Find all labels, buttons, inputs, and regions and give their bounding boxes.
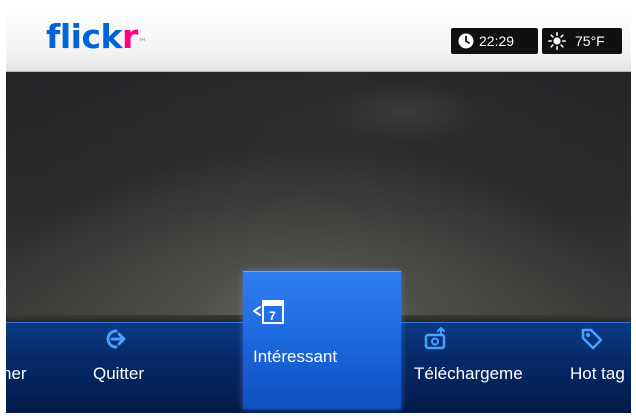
- temperature-value: 75°F: [575, 33, 605, 49]
- menu-item-search-label: her: [2, 364, 27, 383]
- svg-text:7: 7: [269, 309, 276, 323]
- menu-item-interessant-label: Intéressant: [253, 347, 338, 366]
- tag-icon: [581, 328, 603, 350]
- header-bar: flickr™ 22:29 75°F: [6, 5, 631, 72]
- upload-camera-icon: [424, 327, 446, 350]
- exit-arrow-icon: [106, 329, 126, 349]
- menu-item-quitter-label: Quitter: [93, 364, 145, 383]
- menu-item-hot-tags-label: Hot tag: [570, 364, 625, 383]
- clock-icon: [458, 33, 474, 49]
- flickr-logo: flickr™: [46, 15, 147, 59]
- clock-badge: 22:29: [451, 28, 538, 54]
- logo-text-blue: flick: [46, 17, 123, 56]
- logo-trademark: ™: [137, 38, 147, 48]
- screen: flickr™ 22:29 75°F her Quitter 7 Intéres…: [0, 0, 636, 418]
- weather-badge: 75°F: [542, 28, 622, 54]
- menu-item-interessant[interactable]: 7 Intéressant: [243, 271, 401, 409]
- logo-text-pink: r: [122, 17, 138, 56]
- clock-time: 22:29: [479, 33, 515, 49]
- menu-item-telechargement-label: Téléchargeme: [414, 364, 523, 383]
- sun-icon: [548, 32, 566, 50]
- calendar-7-icon: 7: [253, 300, 284, 324]
- cloud-shape: [326, 82, 486, 142]
